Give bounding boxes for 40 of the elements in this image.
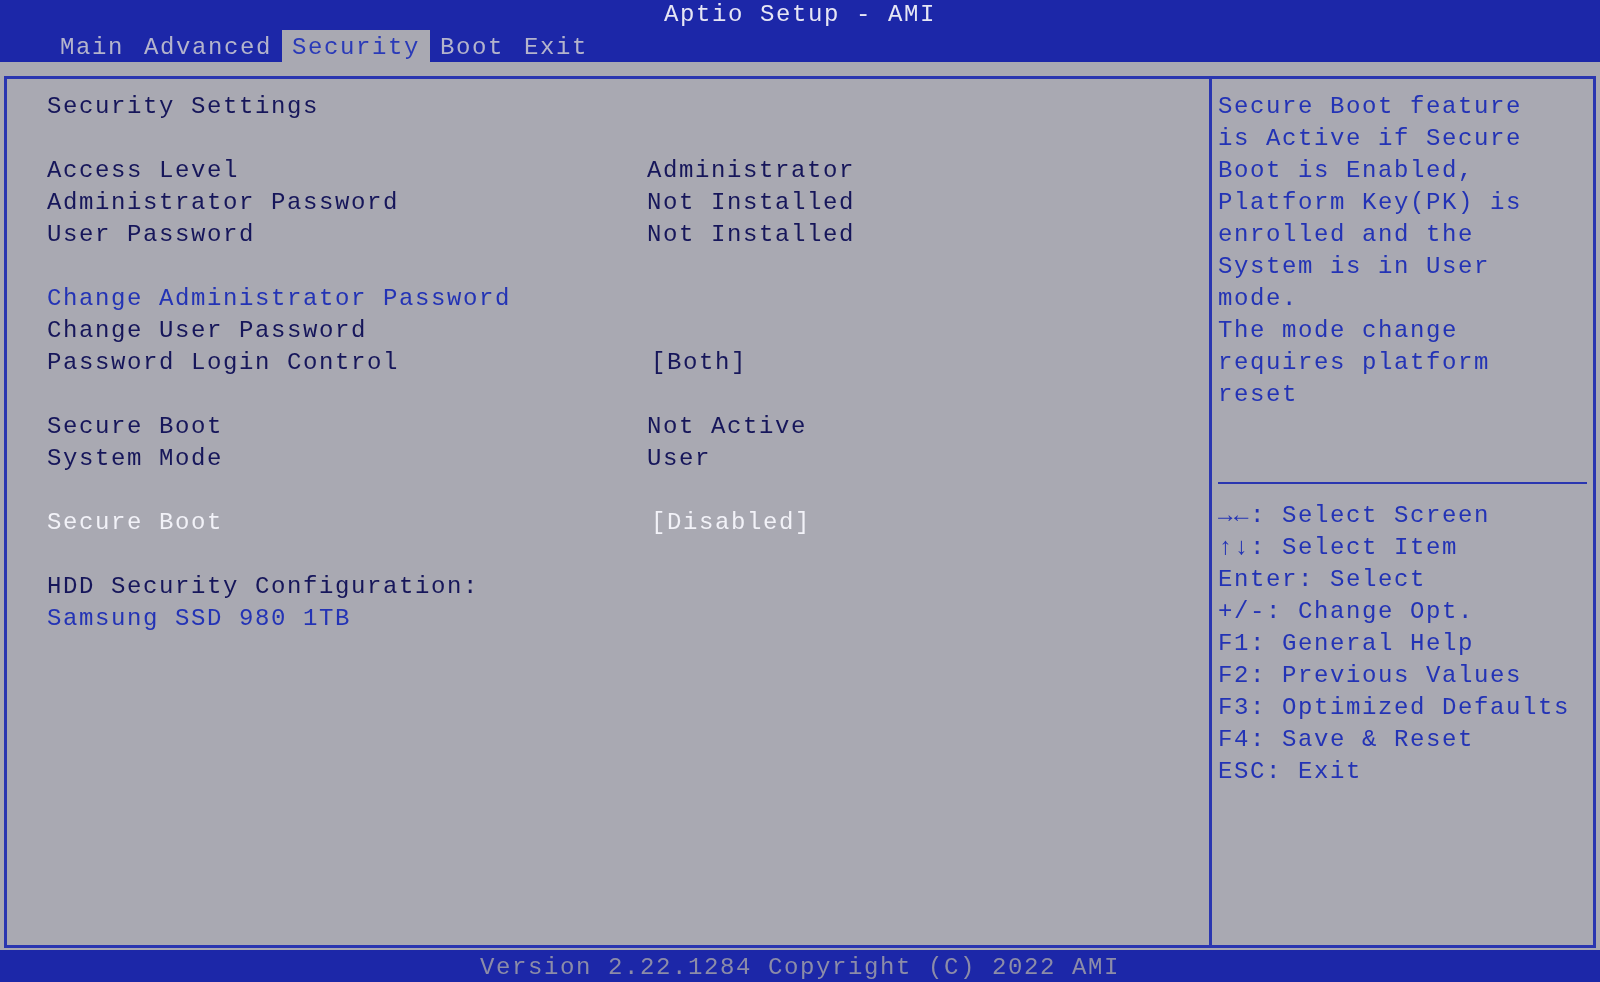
menu-tab[interactable]: Boot (430, 30, 515, 62)
setting-value: User (647, 444, 711, 474)
option-value[interactable]: [Both] (647, 345, 747, 381)
section-heading: Security Settings (47, 92, 321, 122)
help-text: System is in User (1218, 252, 1492, 282)
setting-value: Not Installed (647, 220, 856, 250)
menu-tab[interactable]: Exit (514, 30, 599, 62)
setting-label: Secure Boot (47, 412, 225, 442)
setting-value: Not Installed (647, 188, 856, 218)
help-text: Secure Boot feature (1218, 92, 1524, 122)
key-hint: →←: Select Screen (1218, 501, 1492, 531)
setting-value: Administrator (647, 156, 856, 186)
setting-label: User Password (47, 220, 257, 250)
key-hint: F2: Previous Values (1218, 661, 1524, 691)
key-hint: F3: Optimized Defaults (1218, 693, 1572, 723)
menu-tab[interactable]: Advanced (134, 30, 283, 62)
key-hint: Enter: Select (1218, 565, 1428, 595)
setting-value: Not Active (647, 412, 808, 442)
help-text: mode. (1218, 284, 1299, 314)
help-text: is Active if Secure (1218, 124, 1524, 154)
help-text: reset (1218, 380, 1299, 410)
section-heading: HDD Security Configuration: (47, 572, 481, 602)
key-hint: +/-: Change Opt. (1218, 597, 1476, 627)
setting-label: System Mode (47, 444, 225, 474)
key-hint: ↑↓: Select Item (1218, 533, 1460, 563)
help-text: requires platform (1218, 348, 1492, 378)
key-hint: ESC: Exit (1218, 757, 1364, 787)
menu-tab[interactable]: Security (282, 30, 431, 62)
key-hint: F1: General Help (1218, 629, 1476, 659)
menu-item[interactable]: Samsung SSD 980 1TB (47, 601, 647, 637)
help-text: Boot is Enabled, (1218, 156, 1476, 186)
help-text: Platform Key(PK) is (1218, 188, 1524, 218)
help-text: enrolled and the (1218, 220, 1476, 250)
version-text: Version 2.22.1284 Copyright (C) 2022 AMI (479, 954, 1121, 982)
help-text: The mode change (1218, 316, 1460, 346)
menu-tab[interactable]: Main (50, 30, 134, 62)
window-title: Aptio Setup - AMI (663, 0, 936, 30)
setting-label: Access Level (47, 156, 241, 186)
setting-label: Administrator Password (47, 188, 401, 218)
key-hint: F4: Save & Reset (1218, 725, 1476, 755)
